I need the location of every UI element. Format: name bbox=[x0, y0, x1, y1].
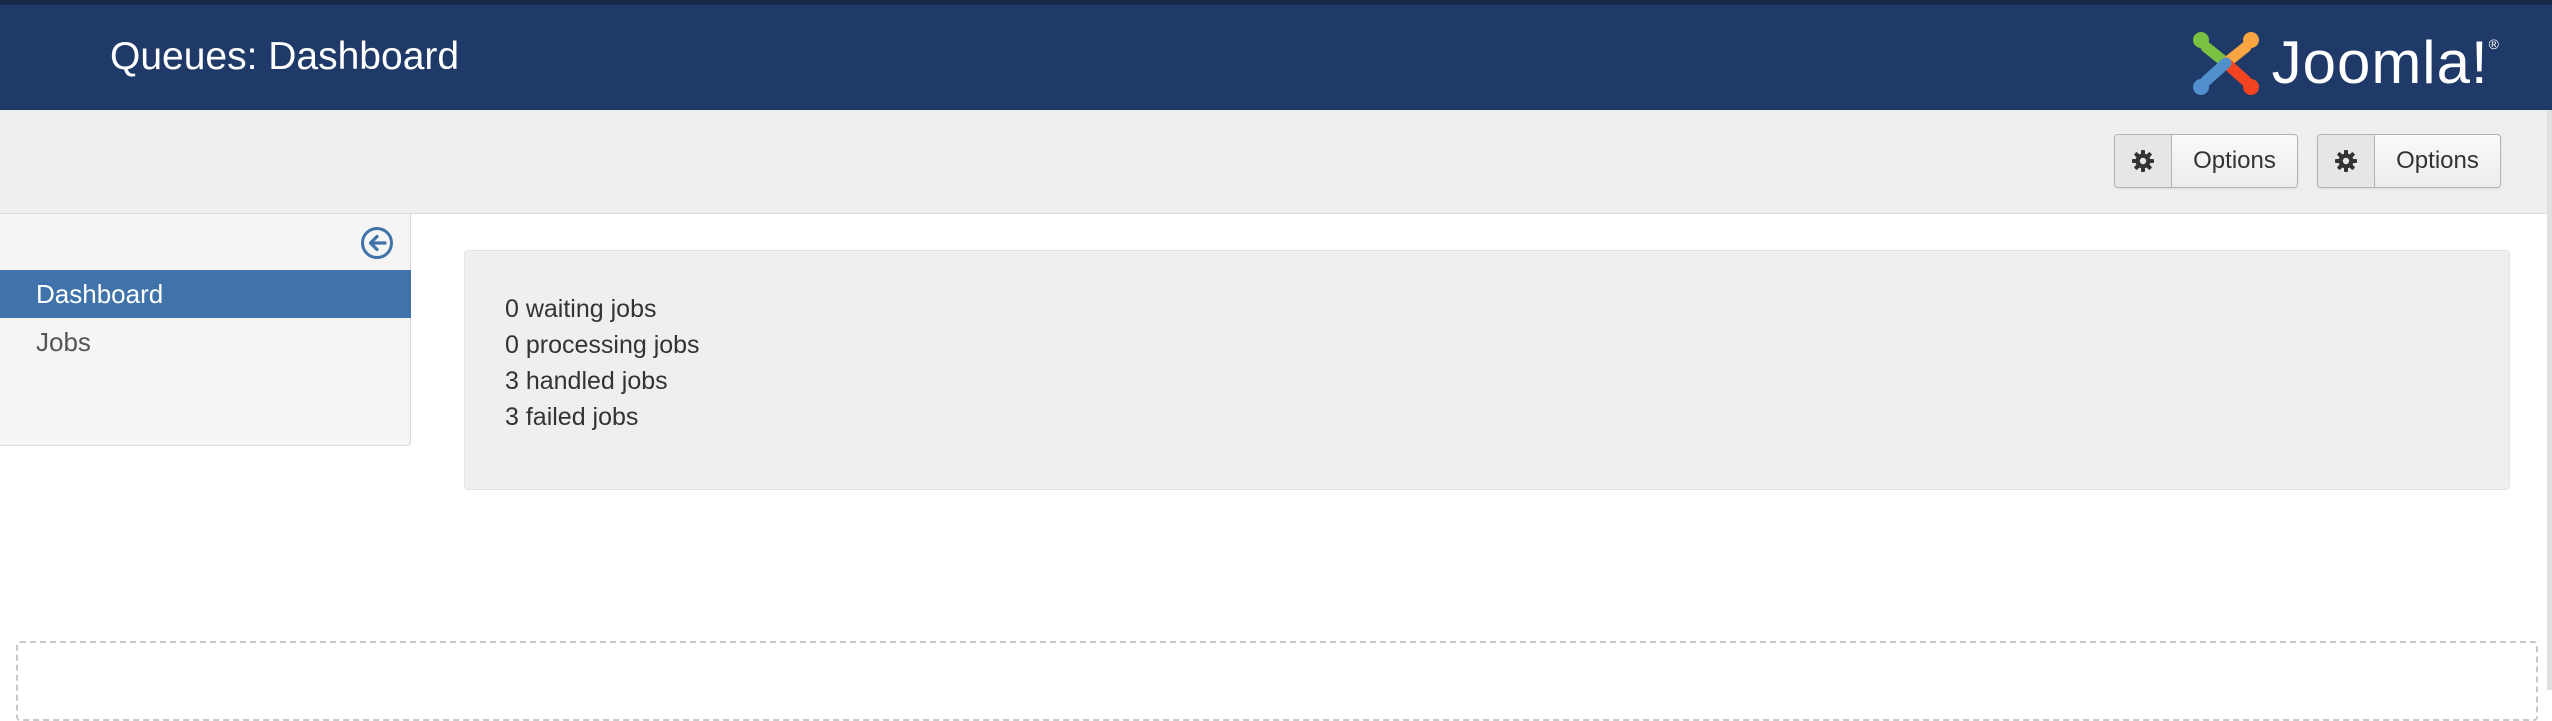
gear-icon bbox=[2115, 135, 2172, 187]
scrollbar-track[interactable] bbox=[2547, 110, 2552, 690]
sidebar-item-jobs[interactable]: Jobs bbox=[0, 318, 411, 366]
toolbar: Options Options bbox=[0, 110, 2552, 214]
joomla-logo-icon bbox=[2192, 32, 2259, 95]
joomla-logo[interactable]: Joomla!® bbox=[2188, 25, 2500, 101]
arrow-left-circle-icon[interactable] bbox=[360, 226, 394, 260]
sidebar: Dashboard Jobs bbox=[0, 214, 411, 446]
options-button-label: Options bbox=[2396, 147, 2479, 174]
processing-jobs-count: 0 processing jobs bbox=[505, 331, 700, 359]
logo-wordmark: Joomla!® bbox=[2271, 29, 2500, 96]
gear-icon bbox=[2318, 135, 2375, 187]
sidebar-item-label: Jobs bbox=[36, 326, 91, 357]
options-button-label: Options bbox=[2193, 147, 2276, 174]
options-button[interactable]: Options bbox=[2114, 134, 2298, 188]
sidebar-item-dashboard[interactable]: Dashboard bbox=[0, 270, 411, 318]
job-stats-panel: 0 waiting jobs 0 processing jobs 3 handl… bbox=[464, 250, 2510, 490]
dashed-placeholder-area bbox=[16, 641, 2538, 721]
header-bar: Queues: Dashboard Joomla!® bbox=[0, 0, 2552, 110]
sidebar-item-label: Dashboard bbox=[36, 278, 164, 309]
handled-jobs-count: 3 handled jobs bbox=[505, 367, 668, 395]
options-button[interactable]: Options bbox=[2317, 134, 2501, 188]
waiting-jobs-count: 0 waiting jobs bbox=[505, 295, 657, 323]
failed-jobs-count: 3 failed jobs bbox=[505, 403, 639, 431]
page-title: Queues: Dashboard bbox=[110, 35, 460, 78]
registered-mark: ® bbox=[2488, 36, 2500, 52]
